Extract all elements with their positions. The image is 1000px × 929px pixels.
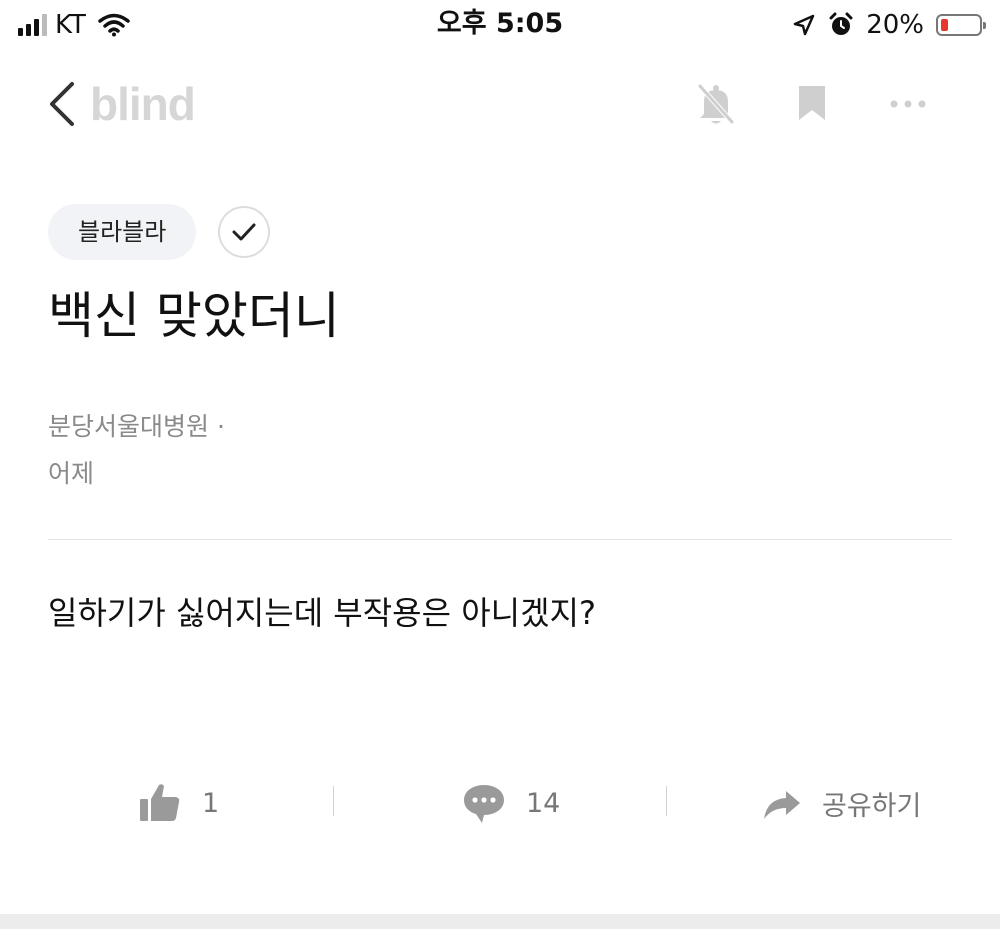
comment-bubble-icon: [464, 785, 504, 823]
action-bar: 1 14 공유하기: [0, 770, 1000, 836]
comment-button[interactable]: 14: [462, 778, 560, 828]
bookmark-icon: [799, 86, 825, 120]
share-arrow-icon: [764, 791, 800, 819]
more-icon: [890, 100, 926, 108]
location-arrow-icon: [793, 14, 815, 36]
post-body: 일하기가 싫어지는데 부작용은 아니겠지?: [48, 594, 596, 632]
battery-percent: 20%: [866, 10, 924, 40]
comment-count: 14: [526, 787, 561, 819]
topic-chip[interactable]: 블라블라: [48, 204, 197, 260]
author-company[interactable]: 분당서울대병원 ·: [48, 408, 225, 446]
share-label: 공유하기: [822, 790, 922, 822]
divider: [48, 539, 952, 540]
battery-nub: [983, 22, 986, 29]
action-separator: [666, 786, 667, 816]
status-bar: KT 오후 5:05 20%: [0, 0, 1000, 52]
share-button[interactable]: 공유하기: [762, 778, 921, 828]
bell-off-icon: [697, 83, 735, 125]
more-options-button[interactable]: [886, 80, 930, 128]
checkmark-icon: [232, 223, 256, 241]
post-time: 어제: [48, 459, 95, 488]
battery-icon: [936, 14, 986, 36]
blind-logo: blind: [90, 78, 196, 130]
chevron-left-icon: [50, 82, 74, 126]
alarm-clock-icon: [829, 12, 853, 35]
back-button[interactable]: [44, 76, 80, 132]
bookmark-button[interactable]: [790, 80, 834, 128]
thumbs-up-icon: [140, 784, 180, 821]
follow-topic-button[interactable]: [218, 206, 270, 258]
like-button[interactable]: 1: [138, 778, 219, 828]
action-separator: [333, 786, 334, 816]
notification-toggle-button[interactable]: [694, 80, 738, 128]
nav-bar: blind: [0, 60, 1000, 150]
battery-fill: [941, 19, 948, 31]
like-count: 1: [202, 787, 220, 819]
status-right: 20%: [792, 8, 986, 42]
bottom-separator: [0, 914, 1000, 929]
post-title: 백신 맞았더니: [48, 287, 340, 345]
